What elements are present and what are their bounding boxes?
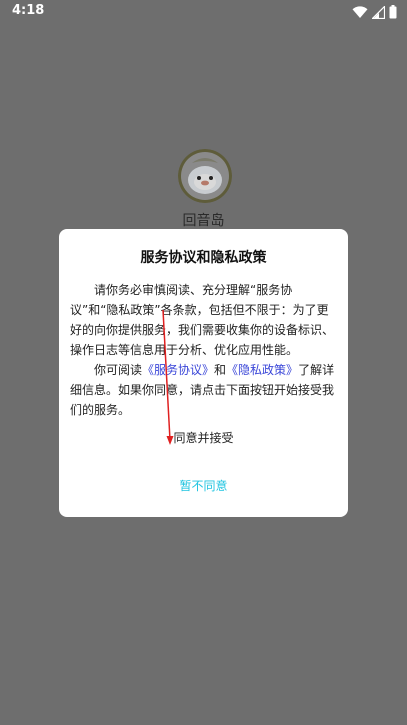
para2-prefix: 你可阅读 (94, 363, 143, 377)
accept-button[interactable]: 同意并接受 (59, 427, 348, 449)
service-agreement-link[interactable]: 《服务协议》 (142, 363, 214, 377)
signal-icon (372, 5, 385, 19)
para2-and: 和 (214, 363, 227, 377)
agreement-dialog: 服务协议和隐私政策 请你务必审慎阅读、充分理解“服务协议”和“隐私政策”各条款，… (59, 229, 348, 517)
dialog-paragraph-2: 你可阅读《服务协议》和《隐私政策》了解详细信息。如果你同意，请点击下面按钮开始接… (70, 360, 340, 420)
app-name: 回音岛 (182, 213, 225, 229)
mascot-icon (178, 149, 232, 203)
app-logo (178, 149, 232, 203)
battery-icon (389, 5, 397, 19)
status-time: 4:18 (12, 3, 45, 18)
dialog-body: 请你务必审慎阅读、充分理解“服务协议”和“隐私政策”各条款，包括但不限于：为了更… (70, 280, 340, 420)
status-bar: 4:18 (0, 0, 407, 24)
wifi-icon (352, 5, 368, 18)
dialog-paragraph-1: 请你务必审慎阅读、充分理解“服务协议”和“隐私政策”各条款，包括但不限于：为了更… (70, 283, 335, 357)
decline-button[interactable]: 暂不同意 (59, 475, 348, 497)
privacy-policy-link[interactable]: 《隐私政策》 (226, 363, 298, 377)
status-icons (352, 5, 397, 19)
dialog-title: 服务协议和隐私政策 (140, 250, 267, 266)
